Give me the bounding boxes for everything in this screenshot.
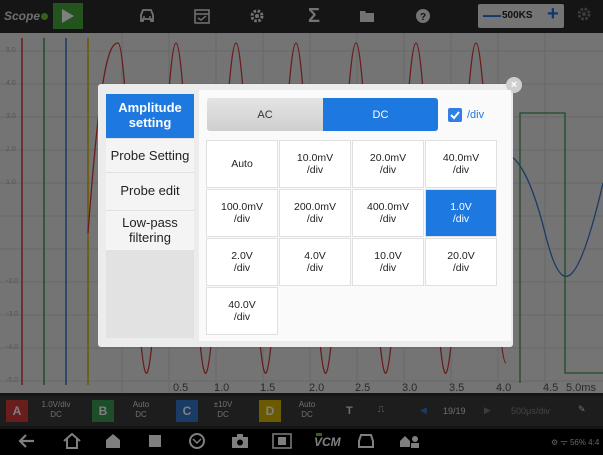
option-10v[interactable]: 10.0V/div (352, 238, 424, 286)
option-100mv[interactable]: 100.0mV/div (206, 189, 278, 237)
option-4v[interactable]: 4.0V/div (279, 238, 351, 286)
per-div-label: /div (467, 109, 485, 121)
coupling-ac-button[interactable]: AC (207, 98, 323, 131)
tab-amplitude-setting[interactable]: Amplitude setting (106, 94, 194, 138)
option-400mv[interactable]: 400.0mV/div (352, 189, 424, 237)
option-10mv[interactable]: 10.0mV/div (279, 140, 351, 188)
option-20v[interactable]: 20.0V/div (425, 238, 497, 286)
option-1v-selected[interactable]: 1.0V/div (425, 189, 497, 237)
coupling-dc-button[interactable]: DC (323, 98, 438, 131)
option-auto[interactable]: Auto (206, 140, 278, 188)
option-2v[interactable]: 2.0V/div (206, 238, 278, 286)
tab-probe-setting[interactable]: Probe Setting (106, 139, 194, 172)
option-20mv[interactable]: 20.0mV/div (352, 140, 424, 188)
coupling-toggle: AC DC (207, 98, 438, 131)
option-200mv[interactable]: 200.0mV/div (279, 189, 351, 237)
tab-low-pass-filtering[interactable]: Low-pass filtering (106, 211, 194, 250)
option-40v[interactable]: 40.0V/div (206, 287, 278, 335)
checkmark-icon (450, 111, 460, 120)
close-icon: × (510, 79, 518, 91)
tab-probe-edit[interactable]: Probe edit (106, 173, 194, 210)
per-div-checkbox[interactable] (448, 108, 462, 122)
dialog-sidebar: Amplitude setting Probe Setting Probe edi… (106, 94, 194, 338)
option-40mv[interactable]: 40.0mV/div (425, 140, 497, 188)
